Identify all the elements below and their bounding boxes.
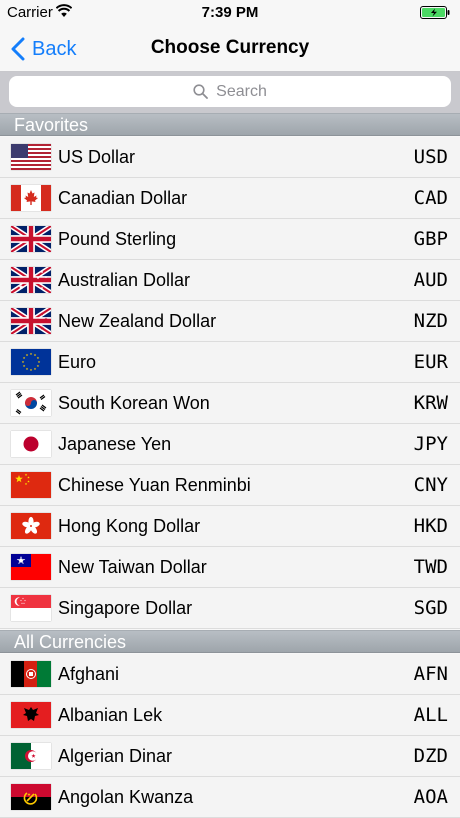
currency-name: Pound Sterling	[58, 229, 177, 249]
currency-code: AFN	[413, 663, 448, 685]
currency-code: SGD	[413, 597, 448, 619]
currency-name: Australian Dollar	[58, 270, 191, 290]
currency-name: US Dollar	[58, 147, 136, 167]
eu-flag-icon	[11, 349, 51, 375]
currency-code: GBP	[413, 228, 448, 250]
currency-name: Chinese Yuan Renminbi	[58, 475, 251, 495]
currency-row-krw[interactable]: South Korean Won KRW	[0, 383, 460, 424]
currency-row-dzd[interactable]: Algerian Dinar DZD	[0, 736, 460, 777]
currency-name: Canadian Dollar	[58, 188, 188, 208]
currency-code: AOA	[413, 786, 448, 808]
currency-name: Euro	[58, 352, 97, 372]
currency-code: AUD	[413, 269, 448, 291]
currency-row-twd[interactable]: New Taiwan Dollar TWD	[0, 547, 460, 588]
new-zealand-flag-icon	[11, 308, 51, 334]
currency-name: Afghani	[58, 664, 120, 684]
currency-code: TWD	[413, 556, 448, 578]
battery-icon	[420, 6, 450, 19]
canada-flag-icon	[11, 185, 51, 211]
currency-code: KRW	[413, 392, 448, 414]
section-header-all-currencies: All Currencies	[0, 630, 460, 653]
currency-row-aoa[interactable]: Angolan Kwanza AOA	[0, 777, 460, 818]
albania-flag-icon	[11, 702, 51, 728]
currency-row-jpy[interactable]: Japanese Yen JPY	[0, 424, 460, 465]
angola-flag-icon	[11, 784, 51, 810]
currency-code: DZD	[413, 745, 448, 767]
currency-name: New Zealand Dollar	[58, 311, 217, 331]
currency-name: Albanian Lek	[58, 705, 163, 725]
search-bar: Search	[0, 72, 460, 114]
currency-code: ALL	[413, 704, 448, 726]
all-currencies-list: Afghani AFN Albanian Lek ALL Algerian Dina…	[0, 654, 460, 818]
currency-row-cny[interactable]: Chinese Yuan Renminbi CNY	[0, 465, 460, 506]
us-flag-icon	[11, 144, 51, 170]
currency-row-cad[interactable]: Canadian Dollar CAD	[0, 178, 460, 219]
currency-row-sgd[interactable]: Singapore Dollar SGD	[0, 588, 460, 629]
afghanistan-flag-icon	[11, 661, 51, 687]
currency-code: NZD	[413, 310, 448, 332]
search-icon	[193, 84, 209, 99]
australia-flag-icon	[11, 267, 51, 293]
south-korea-flag-icon	[11, 390, 51, 416]
page-title: Choose Currency	[150, 37, 310, 58]
currency-name: Algerian Dinar	[58, 746, 173, 766]
currency-code: EUR	[413, 351, 448, 373]
currency-row-afn[interactable]: Afghani AFN	[0, 654, 460, 695]
navigation-bar: Back Choose Currency	[0, 26, 460, 72]
section-header-favorites: Favorites	[0, 113, 460, 136]
currency-name: Singapore Dollar	[58, 598, 193, 618]
currency-name: Angolan Kwanza	[58, 787, 194, 807]
taiwan-flag-icon	[11, 554, 51, 580]
singapore-flag-icon	[11, 595, 51, 621]
algeria-flag-icon	[11, 743, 51, 769]
currency-code: CNY	[413, 474, 448, 496]
currency-row-aud[interactable]: Australian Dollar AUD	[0, 260, 460, 301]
clock: 7:39 PM	[201, 4, 259, 21]
china-flag-icon	[11, 472, 51, 498]
currency-name: Japanese Yen	[58, 434, 172, 454]
currency-row-eur[interactable]: Euro EUR	[0, 342, 460, 383]
search-input[interactable]: Search	[9, 76, 451, 107]
currency-row-all[interactable]: Albanian Lek ALL	[0, 695, 460, 736]
currency-row-usd[interactable]: US Dollar USD	[0, 137, 460, 178]
japan-flag-icon	[11, 431, 51, 457]
uk-flag-icon	[11, 226, 51, 252]
search-placeholder: Search	[216, 82, 267, 100]
currency-name: New Taiwan Dollar	[58, 557, 207, 577]
currency-row-gbp[interactable]: Pound Sterling GBP	[0, 219, 460, 260]
currency-code: HKD	[413, 515, 448, 537]
status-bar: Carrier 7:39 PM	[0, 0, 460, 26]
currency-code: JPY	[413, 433, 448, 455]
currency-row-nzd[interactable]: New Zealand Dollar NZD	[0, 301, 460, 342]
favorites-list: US Dollar USD Canadian Dollar CAD Pound St…	[0, 137, 460, 629]
hong-kong-flag-icon	[11, 513, 51, 539]
currency-row-hkd[interactable]: Hong Kong Dollar HKD	[0, 506, 460, 547]
currency-name: Hong Kong Dollar	[58, 516, 201, 536]
currency-code: CAD	[413, 187, 448, 209]
currency-code: USD	[413, 146, 448, 168]
currency-name: South Korean Won	[58, 393, 210, 413]
